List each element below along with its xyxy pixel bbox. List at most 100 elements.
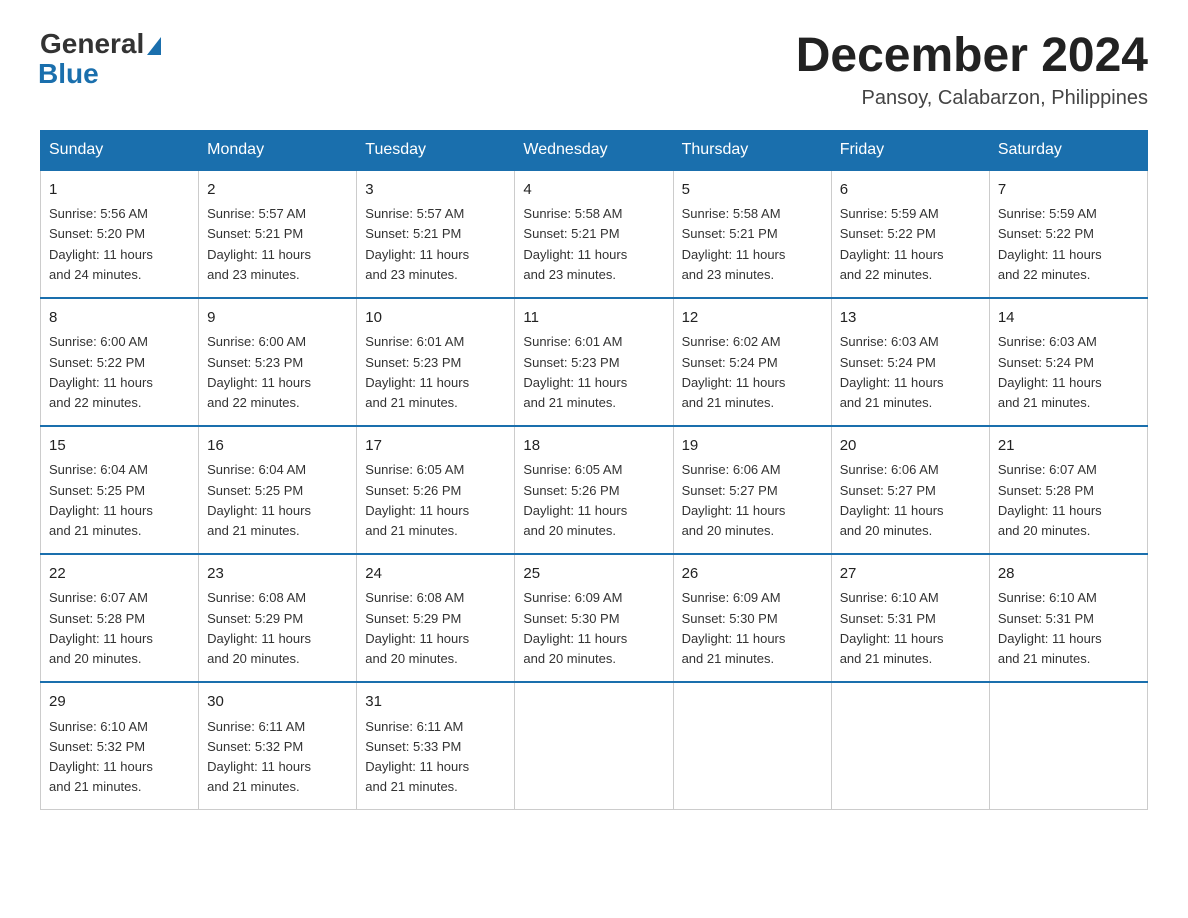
calendar-cell xyxy=(673,682,831,810)
calendar-cell: 22 Sunrise: 6:07 AMSunset: 5:28 PMDaylig… xyxy=(41,554,199,682)
day-number: 22 xyxy=(49,563,190,586)
calendar-cell: 29 Sunrise: 6:10 AMSunset: 5:32 PMDaylig… xyxy=(41,682,199,810)
day-info: Sunrise: 5:59 AMSunset: 5:22 PMDaylight:… xyxy=(840,206,944,281)
day-number: 14 xyxy=(998,307,1139,330)
calendar-week-3: 15 Sunrise: 6:04 AMSunset: 5:25 PMDaylig… xyxy=(41,426,1148,554)
month-title: December 2024 xyxy=(796,30,1148,83)
day-info: Sunrise: 6:11 AMSunset: 5:32 PMDaylight:… xyxy=(207,719,311,794)
day-info: Sunrise: 6:03 AMSunset: 5:24 PMDaylight:… xyxy=(840,334,944,409)
calendar-cell: 16 Sunrise: 6:04 AMSunset: 5:25 PMDaylig… xyxy=(199,426,357,554)
weekday-header-tuesday: Tuesday xyxy=(357,130,515,170)
day-info: Sunrise: 6:03 AMSunset: 5:24 PMDaylight:… xyxy=(998,334,1102,409)
day-number: 30 xyxy=(207,691,348,714)
logo-blue-text: Blue xyxy=(38,58,99,90)
day-number: 10 xyxy=(365,307,506,330)
day-info: Sunrise: 6:11 AMSunset: 5:33 PMDaylight:… xyxy=(365,719,469,794)
weekday-header-thursday: Thursday xyxy=(673,130,831,170)
day-info: Sunrise: 6:10 AMSunset: 5:31 PMDaylight:… xyxy=(840,590,944,665)
day-number: 21 xyxy=(998,435,1139,458)
calendar-table: SundayMondayTuesdayWednesdayThursdayFrid… xyxy=(40,130,1148,810)
day-number: 4 xyxy=(523,179,664,202)
day-info: Sunrise: 5:57 AMSunset: 5:21 PMDaylight:… xyxy=(365,206,469,281)
day-info: Sunrise: 6:10 AMSunset: 5:31 PMDaylight:… xyxy=(998,590,1102,665)
day-info: Sunrise: 5:56 AMSunset: 5:20 PMDaylight:… xyxy=(49,206,153,281)
day-number: 24 xyxy=(365,563,506,586)
calendar-week-1: 1 Sunrise: 5:56 AMSunset: 5:20 PMDayligh… xyxy=(41,170,1148,298)
calendar-cell: 31 Sunrise: 6:11 AMSunset: 5:33 PMDaylig… xyxy=(357,682,515,810)
weekday-header-monday: Monday xyxy=(199,130,357,170)
calendar-cell: 20 Sunrise: 6:06 AMSunset: 5:27 PMDaylig… xyxy=(831,426,989,554)
title-section: December 2024 Pansoy, Calabarzon, Philip… xyxy=(796,30,1148,110)
day-info: Sunrise: 6:00 AMSunset: 5:23 PMDaylight:… xyxy=(207,334,311,409)
day-number: 15 xyxy=(49,435,190,458)
calendar-cell: 4 Sunrise: 5:58 AMSunset: 5:21 PMDayligh… xyxy=(515,170,673,298)
calendar-cell: 25 Sunrise: 6:09 AMSunset: 5:30 PMDaylig… xyxy=(515,554,673,682)
calendar-cell: 13 Sunrise: 6:03 AMSunset: 5:24 PMDaylig… xyxy=(831,298,989,426)
day-number: 3 xyxy=(365,179,506,202)
day-number: 5 xyxy=(682,179,823,202)
day-info: Sunrise: 6:06 AMSunset: 5:27 PMDaylight:… xyxy=(840,462,944,537)
weekday-header-friday: Friday xyxy=(831,130,989,170)
day-number: 29 xyxy=(49,691,190,714)
day-info: Sunrise: 6:01 AMSunset: 5:23 PMDaylight:… xyxy=(365,334,469,409)
location-subtitle: Pansoy, Calabarzon, Philippines xyxy=(796,87,1148,110)
day-number: 16 xyxy=(207,435,348,458)
day-number: 17 xyxy=(365,435,506,458)
day-info: Sunrise: 5:57 AMSunset: 5:21 PMDaylight:… xyxy=(207,206,311,281)
day-number: 23 xyxy=(207,563,348,586)
logo: General Blue xyxy=(40,30,161,90)
day-info: Sunrise: 6:02 AMSunset: 5:24 PMDaylight:… xyxy=(682,334,786,409)
weekday-header-sunday: Sunday xyxy=(41,130,199,170)
calendar-cell: 17 Sunrise: 6:05 AMSunset: 5:26 PMDaylig… xyxy=(357,426,515,554)
weekday-header-wednesday: Wednesday xyxy=(515,130,673,170)
day-info: Sunrise: 6:01 AMSunset: 5:23 PMDaylight:… xyxy=(523,334,627,409)
logo-general-text: General xyxy=(40,30,144,58)
calendar-cell: 23 Sunrise: 6:08 AMSunset: 5:29 PMDaylig… xyxy=(199,554,357,682)
calendar-cell: 24 Sunrise: 6:08 AMSunset: 5:29 PMDaylig… xyxy=(357,554,515,682)
day-info: Sunrise: 6:04 AMSunset: 5:25 PMDaylight:… xyxy=(207,462,311,537)
calendar-cell: 12 Sunrise: 6:02 AMSunset: 5:24 PMDaylig… xyxy=(673,298,831,426)
calendar-cell: 10 Sunrise: 6:01 AMSunset: 5:23 PMDaylig… xyxy=(357,298,515,426)
day-number: 18 xyxy=(523,435,664,458)
day-number: 25 xyxy=(523,563,664,586)
day-info: Sunrise: 6:06 AMSunset: 5:27 PMDaylight:… xyxy=(682,462,786,537)
day-info: Sunrise: 6:08 AMSunset: 5:29 PMDaylight:… xyxy=(207,590,311,665)
weekday-header-row: SundayMondayTuesdayWednesdayThursdayFrid… xyxy=(41,130,1148,170)
day-info: Sunrise: 6:08 AMSunset: 5:29 PMDaylight:… xyxy=(365,590,469,665)
logo-arrow-icon xyxy=(147,37,161,55)
calendar-cell: 7 Sunrise: 5:59 AMSunset: 5:22 PMDayligh… xyxy=(989,170,1147,298)
calendar-cell xyxy=(515,682,673,810)
calendar-cell: 8 Sunrise: 6:00 AMSunset: 5:22 PMDayligh… xyxy=(41,298,199,426)
day-number: 31 xyxy=(365,691,506,714)
calendar-cell: 27 Sunrise: 6:10 AMSunset: 5:31 PMDaylig… xyxy=(831,554,989,682)
day-info: Sunrise: 6:09 AMSunset: 5:30 PMDaylight:… xyxy=(523,590,627,665)
day-number: 6 xyxy=(840,179,981,202)
day-info: Sunrise: 5:58 AMSunset: 5:21 PMDaylight:… xyxy=(523,206,627,281)
day-number: 9 xyxy=(207,307,348,330)
day-number: 12 xyxy=(682,307,823,330)
calendar-week-5: 29 Sunrise: 6:10 AMSunset: 5:32 PMDaylig… xyxy=(41,682,1148,810)
calendar-cell: 19 Sunrise: 6:06 AMSunset: 5:27 PMDaylig… xyxy=(673,426,831,554)
day-number: 11 xyxy=(523,307,664,330)
calendar-cell: 14 Sunrise: 6:03 AMSunset: 5:24 PMDaylig… xyxy=(989,298,1147,426)
day-info: Sunrise: 6:07 AMSunset: 5:28 PMDaylight:… xyxy=(998,462,1102,537)
day-info: Sunrise: 6:04 AMSunset: 5:25 PMDaylight:… xyxy=(49,462,153,537)
calendar-cell: 21 Sunrise: 6:07 AMSunset: 5:28 PMDaylig… xyxy=(989,426,1147,554)
day-info: Sunrise: 6:07 AMSunset: 5:28 PMDaylight:… xyxy=(49,590,153,665)
calendar-cell xyxy=(989,682,1147,810)
day-number: 20 xyxy=(840,435,981,458)
day-info: Sunrise: 6:00 AMSunset: 5:22 PMDaylight:… xyxy=(49,334,153,409)
calendar-cell: 30 Sunrise: 6:11 AMSunset: 5:32 PMDaylig… xyxy=(199,682,357,810)
page-header: General Blue December 2024 Pansoy, Calab… xyxy=(40,30,1148,110)
day-info: Sunrise: 5:59 AMSunset: 5:22 PMDaylight:… xyxy=(998,206,1102,281)
day-info: Sunrise: 5:58 AMSunset: 5:21 PMDaylight:… xyxy=(682,206,786,281)
day-number: 8 xyxy=(49,307,190,330)
calendar-week-2: 8 Sunrise: 6:00 AMSunset: 5:22 PMDayligh… xyxy=(41,298,1148,426)
day-number: 1 xyxy=(49,179,190,202)
calendar-cell: 6 Sunrise: 5:59 AMSunset: 5:22 PMDayligh… xyxy=(831,170,989,298)
calendar-cell: 3 Sunrise: 5:57 AMSunset: 5:21 PMDayligh… xyxy=(357,170,515,298)
day-number: 2 xyxy=(207,179,348,202)
day-number: 13 xyxy=(840,307,981,330)
day-number: 7 xyxy=(998,179,1139,202)
calendar-week-4: 22 Sunrise: 6:07 AMSunset: 5:28 PMDaylig… xyxy=(41,554,1148,682)
